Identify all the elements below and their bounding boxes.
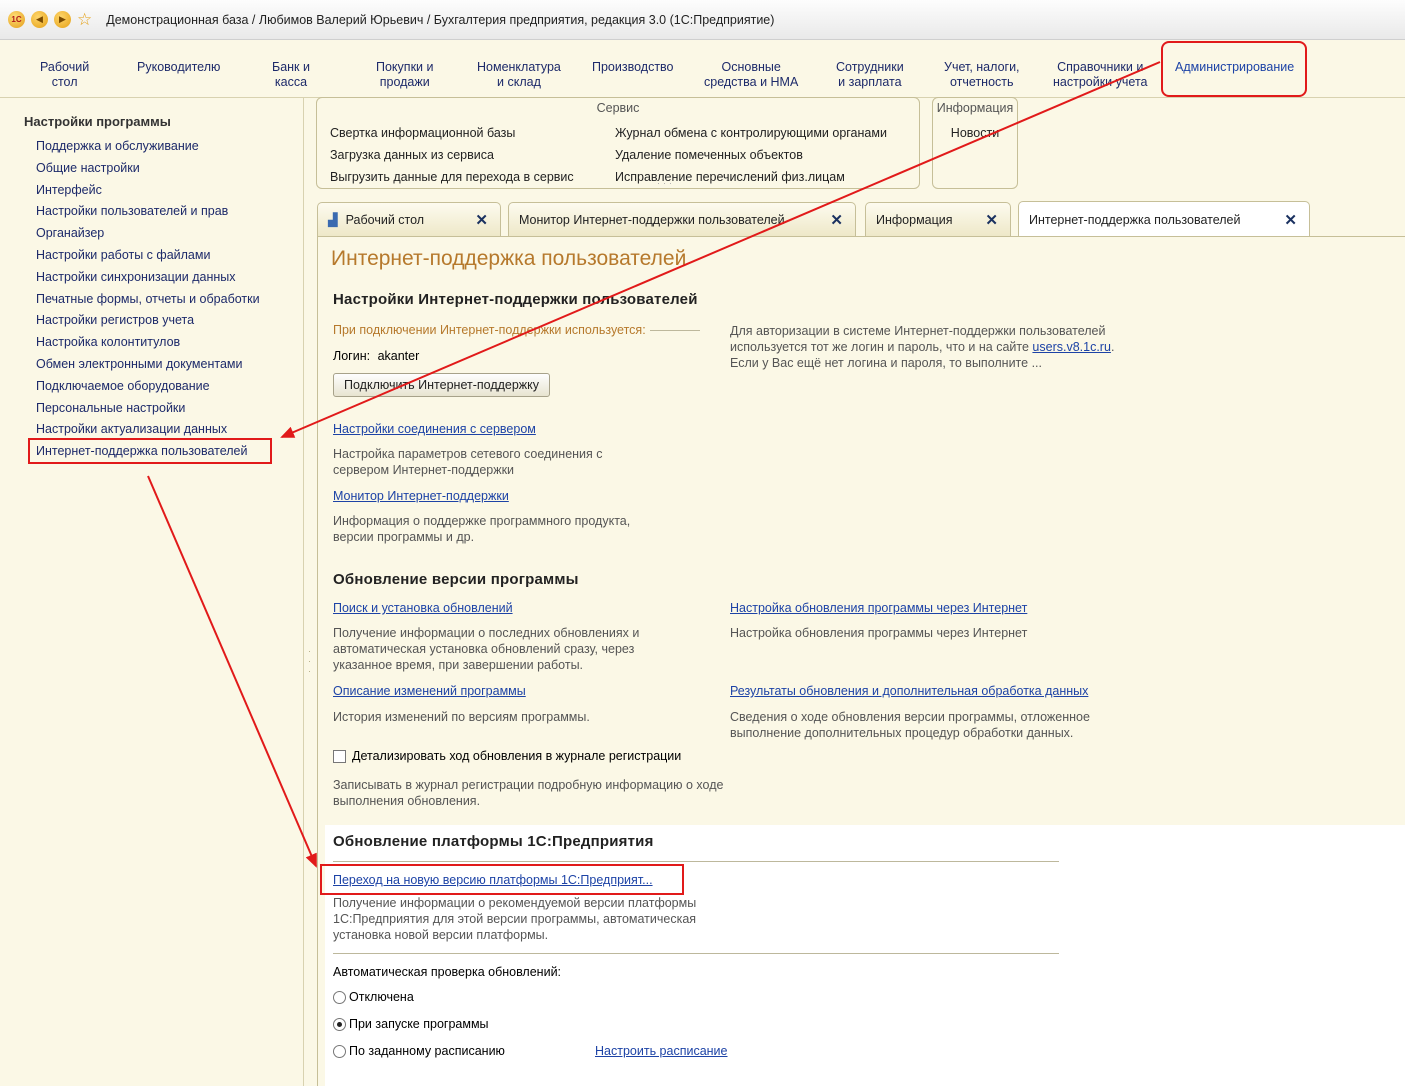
- annotation-arrows: [147, 61, 1161, 868]
- arrow-to-nav-item: [280, 61, 1161, 438]
- arrow-to-platform-link: [147, 475, 317, 868]
